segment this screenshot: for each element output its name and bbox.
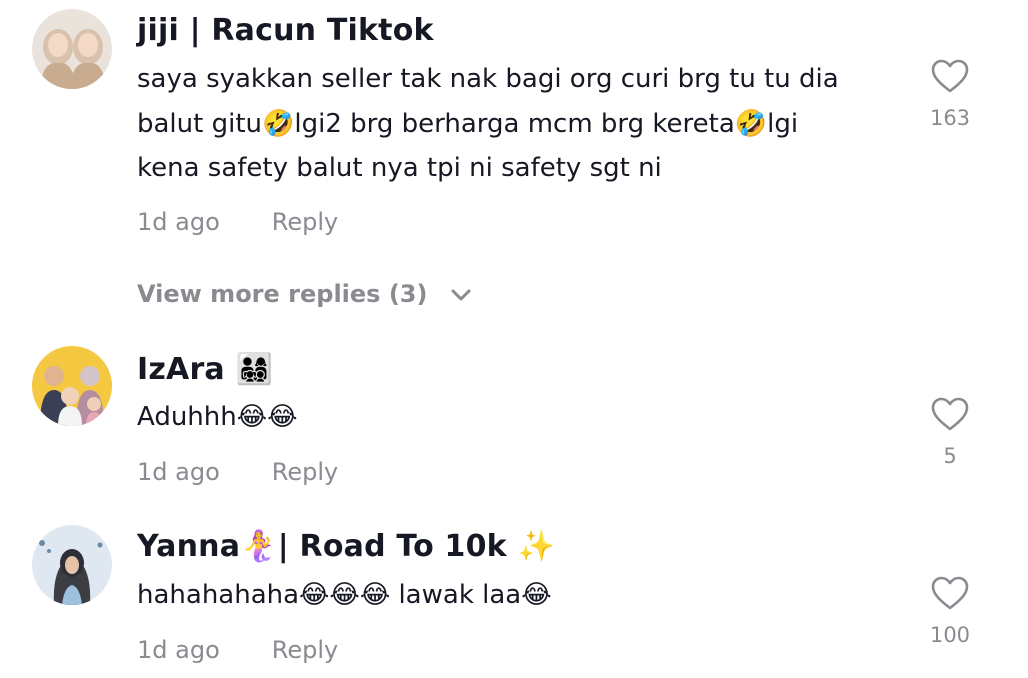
comment-timestamp: 1d ago <box>137 458 220 486</box>
comment-text-line: kena safety balut nya tpi ni safety sgt … <box>137 153 662 183</box>
like-count: 163 <box>929 106 971 130</box>
comment-text-line: saya syakkan seller tak nak bagi org cur… <box>137 64 839 94</box>
comment-username[interactable]: Yanna🧜‍♀️| Road To 10k ✨ <box>137 527 555 567</box>
like-control: 5 <box>928 396 972 468</box>
like-control: 163 <box>928 58 972 130</box>
view-more-replies-button[interactable]: View more replies (3) <box>137 278 472 310</box>
comment-meta: 1d ago Reply <box>137 206 338 238</box>
comment-text: saya syakkan seller tak nak bagi org cur… <box>137 57 839 191</box>
comment-meta: 1d ago Reply <box>137 456 338 488</box>
comment-meta: 1d ago Reply <box>137 634 338 666</box>
avatar[interactable] <box>32 9 112 89</box>
reply-button[interactable]: Reply <box>272 458 338 486</box>
comment-username[interactable]: IzAra 👨‍👩‍👧‍👦 <box>137 350 273 390</box>
chevron-down-icon <box>451 289 471 301</box>
reply-button[interactable]: Reply <box>272 208 338 236</box>
comment-timestamp: 1d ago <box>137 636 220 664</box>
like-count: 5 <box>943 444 957 468</box>
heart-outline-icon[interactable] <box>930 396 970 432</box>
comment-text-line: Aduhhh😂😂 <box>137 402 298 432</box>
comment-text: hahahahaha😂😂😂 lawak laa😂 <box>137 573 552 618</box>
avatar-image <box>32 525 112 605</box>
comment-text-line: balut gitu🤣lgi2 brg berharga mcm brg ker… <box>137 108 799 139</box>
comment-text-line: hahahahaha😂😂😂 lawak laa😂 <box>137 580 552 610</box>
avatar-image <box>32 346 112 426</box>
like-count: 100 <box>929 623 971 647</box>
comment-timestamp: 1d ago <box>137 208 220 236</box>
heart-outline-icon[interactable] <box>930 575 970 611</box>
reply-button[interactable]: Reply <box>272 636 338 664</box>
view-more-replies-label: View more replies (3) <box>137 280 428 308</box>
heart-outline-icon[interactable] <box>930 58 970 94</box>
avatar-image <box>32 9 112 89</box>
comment-username[interactable]: jiji | Racun Tiktok <box>137 11 434 51</box>
like-control: 100 <box>928 575 972 647</box>
comment-text: Aduhhh😂😂 <box>137 395 298 440</box>
avatar[interactable] <box>32 346 112 426</box>
avatar[interactable] <box>32 525 112 605</box>
